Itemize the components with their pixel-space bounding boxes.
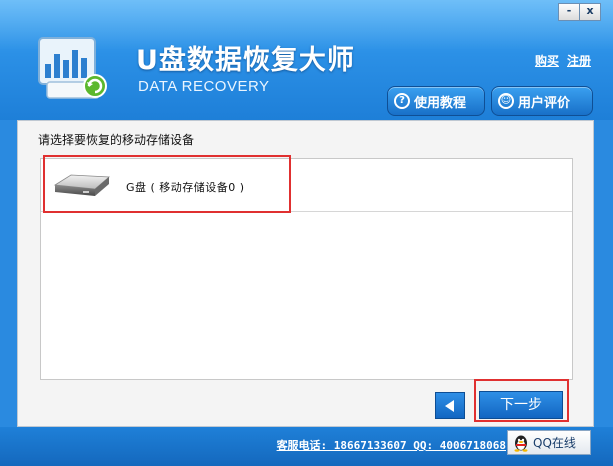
drive-icon (53, 174, 111, 196)
tutorial-button[interactable]: ? 使用教程 (387, 86, 485, 116)
buy-link[interactable]: 购买 (535, 52, 559, 69)
footer-bar: 客服电话: 18667133607 QQ: 4006718068 QQ在线 (0, 427, 613, 466)
user-review-button[interactable]: ☺ 用户评价 (491, 86, 593, 116)
tutorial-button-label: 使用教程 (414, 95, 467, 111)
device-row[interactable]: G盘 ( 移动存储设备0 ) (41, 159, 572, 212)
contact-info-link[interactable]: 客服电话: 18667133607 QQ: 4006718068 (277, 437, 506, 453)
smile-circle-icon: ☺ (498, 93, 514, 109)
select-device-prompt: 请选择要恢复的移动存储设备 (38, 133, 195, 147)
back-button[interactable] (435, 392, 465, 419)
close-button[interactable]: x (580, 3, 601, 21)
app-logo-icon (38, 37, 107, 99)
qq-online-button[interactable]: QQ在线 (507, 430, 591, 455)
header-banner: - x U盘数据恢复大师 DATA RECOVERY 购买 注册 ? 使用教程 … (0, 0, 613, 120)
qq-penguin-icon (514, 435, 528, 452)
app-subtitle: DATA RECOVERY (138, 78, 270, 95)
qq-online-label: QQ在线 (533, 436, 576, 450)
user-review-button-label: 用户评价 (518, 95, 571, 111)
device-select-panel: 请选择要恢复的移动存储设备 G盘 (移动存储设备0) (17, 120, 594, 427)
account-links: 购买 注册 (535, 52, 591, 69)
register-link[interactable]: 注册 (567, 52, 591, 69)
left-arrow-icon (445, 400, 454, 412)
next-step-button[interactable]: 下一步 (479, 391, 563, 419)
minimize-button[interactable]: - (558, 3, 580, 21)
app-window: - x U盘数据恢复大师 DATA RECOVERY 购买 注册 ? 使用教程 … (0, 0, 613, 466)
device-label: G盘 ( 移动存储设备0 ) (126, 181, 245, 194)
window-controls: - x (558, 3, 601, 21)
device-list: G盘 ( 移动存储设备0 ) (40, 158, 573, 380)
app-title: U盘数据恢复大师 (136, 45, 355, 76)
question-circle-icon: ? (394, 93, 410, 109)
